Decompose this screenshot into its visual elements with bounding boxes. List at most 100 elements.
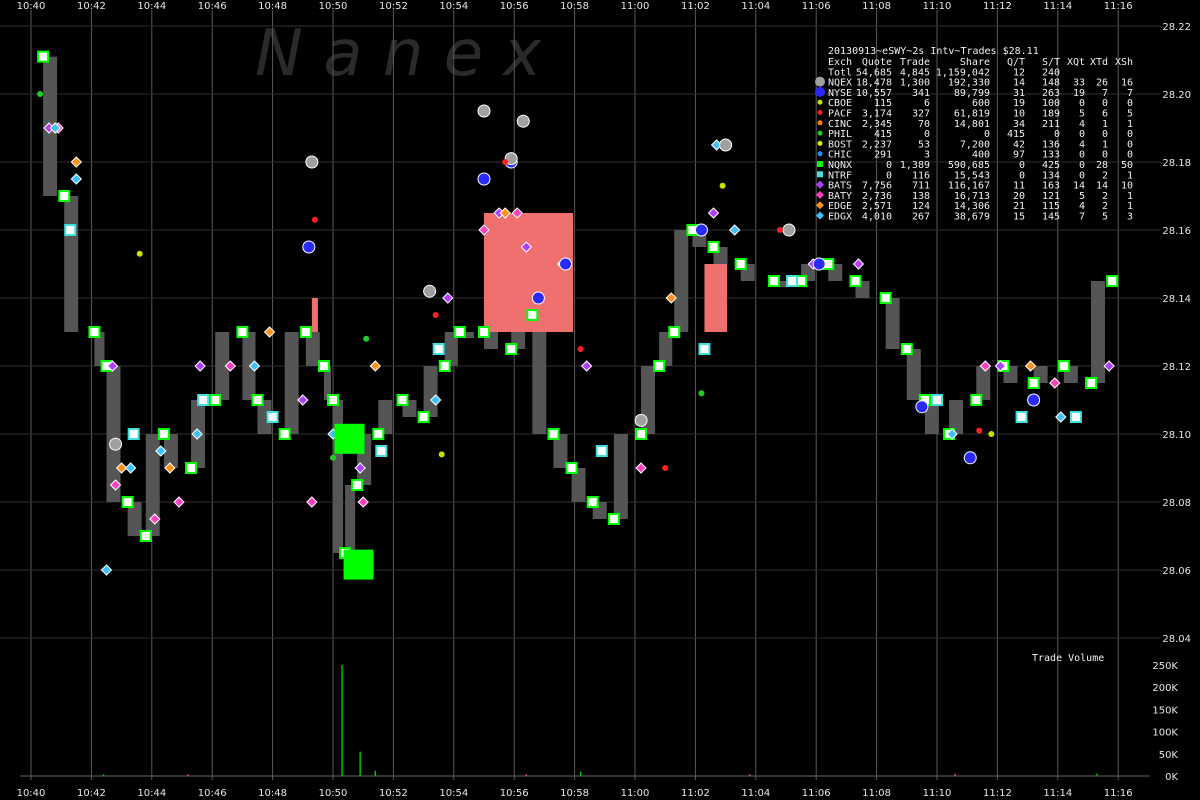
x-tick-label-bottom: 11:14 bbox=[1043, 788, 1072, 799]
x-tick-label-top: 11:00 bbox=[621, 1, 650, 12]
price-tick-label: 28.20 bbox=[1162, 90, 1191, 101]
price-range-bar bbox=[532, 315, 547, 434]
trade-marker-phil bbox=[330, 454, 336, 461]
trade-marker-nqnx bbox=[372, 428, 385, 440]
x-tick-label-bottom: 10:48 bbox=[258, 788, 287, 799]
trade-marker-phil bbox=[37, 91, 44, 97]
legend-marker bbox=[817, 151, 823, 157]
trade-marker-ntrf bbox=[266, 411, 279, 423]
trade-marker-ntrf bbox=[432, 343, 445, 355]
legend-marker bbox=[817, 161, 823, 167]
legend-cell: 7 bbox=[1079, 212, 1085, 223]
x-tick-label-top: 10:56 bbox=[500, 1, 529, 12]
trade-marker-nqnx bbox=[185, 462, 198, 474]
x-tick-label-bottom: 11:12 bbox=[983, 788, 1012, 799]
price-range-bar bbox=[345, 485, 356, 553]
trade-marker-nqnx bbox=[505, 343, 518, 355]
x-tick-label-top: 11:02 bbox=[681, 1, 710, 12]
x-tick-label-bottom: 11:00 bbox=[621, 788, 650, 799]
x-tick-label-top: 10:54 bbox=[439, 1, 468, 12]
volume-tick-label: 200K bbox=[1152, 683, 1178, 694]
trade-marker-nqnx bbox=[327, 394, 339, 406]
x-tick-label-bottom: 10:44 bbox=[137, 788, 166, 799]
legend-cell: 4,010 bbox=[862, 212, 892, 223]
volume-tick-label: 50K bbox=[1159, 750, 1179, 761]
legend-marker bbox=[817, 140, 823, 146]
trade-marker-nqnx bbox=[970, 394, 983, 406]
x-tick-label-top: 10:50 bbox=[319, 1, 348, 12]
legend-header-cell: XTd bbox=[1090, 57, 1108, 68]
x-tick-label-bottom: 10:50 bbox=[319, 788, 348, 799]
legend-marker bbox=[817, 171, 823, 178]
trade-marker-ntrf bbox=[1069, 411, 1082, 423]
price-range-bar bbox=[423, 366, 438, 417]
chart-title: 20130913~eSWY~2s Intv~Trades $28.11 bbox=[828, 46, 1039, 57]
trade-marker-nqnx bbox=[734, 258, 747, 270]
x-tick-label-top: 11:08 bbox=[862, 1, 891, 12]
uptick-range-block bbox=[704, 264, 728, 332]
legend-cell: 3 bbox=[1127, 212, 1133, 223]
x-tick-label-bottom: 10:40 bbox=[17, 788, 46, 799]
price-range-bar bbox=[613, 434, 628, 519]
block-trade-marker bbox=[334, 423, 365, 454]
trade-marker-nqnx bbox=[1085, 377, 1098, 389]
trade-marker-cboe bbox=[438, 451, 445, 458]
uptick-range-block bbox=[311, 298, 318, 332]
trade-marker-nqnx bbox=[653, 360, 666, 372]
trade-marker-nyse bbox=[694, 223, 708, 237]
trade-marker-nqnx bbox=[707, 241, 720, 253]
x-tick-label-top: 10:42 bbox=[77, 1, 106, 12]
trade-marker-nyse bbox=[963, 451, 977, 465]
trade-marker-nyse bbox=[559, 257, 573, 271]
trade-marker-nqnx bbox=[278, 428, 291, 440]
legend-cell: 38,679 bbox=[954, 212, 990, 223]
trade-marker-nqnx bbox=[139, 530, 152, 542]
block-trade-marker bbox=[343, 549, 374, 580]
x-tick-label-top: 11:16 bbox=[1104, 1, 1133, 12]
x-tick-label-top: 11:06 bbox=[802, 1, 831, 12]
price-range-bar bbox=[64, 196, 79, 332]
volume-tick-label: 100K bbox=[1152, 728, 1178, 739]
x-tick-label-top: 10:52 bbox=[379, 1, 408, 12]
trade-marker-phil bbox=[698, 390, 705, 397]
trade-marker-nqnx bbox=[668, 326, 681, 338]
trade-marker-nyse bbox=[812, 257, 826, 271]
trade-marker-pacf bbox=[432, 312, 439, 318]
trade-marker-ntrf bbox=[931, 394, 943, 406]
x-tick-label-bottom: 11:02 bbox=[681, 788, 710, 799]
trade-marker-pacf bbox=[776, 227, 783, 233]
trade-marker-nqnx bbox=[37, 50, 50, 63]
trade-marker-nqnx bbox=[396, 394, 409, 406]
price-tick-label: 28.08 bbox=[1162, 498, 1191, 509]
trade-volume-label: Trade Volume bbox=[1032, 653, 1104, 664]
price-tick-label: 28.10 bbox=[1162, 430, 1191, 441]
trade-marker-nyse bbox=[1027, 393, 1041, 407]
legend-header-cell: XQt bbox=[1067, 57, 1085, 68]
trade-marker-nqnx bbox=[453, 326, 466, 338]
trade-marker-nqnx bbox=[157, 428, 170, 440]
price-range-bar bbox=[1091, 281, 1106, 383]
legend-cell: 145 bbox=[1042, 212, 1060, 223]
price-range-bar bbox=[284, 332, 299, 434]
nanex-watermark: N a n e x bbox=[255, 17, 542, 91]
legend-cell: 5 bbox=[1102, 212, 1108, 223]
trade-marker-ntrf bbox=[64, 224, 77, 236]
trade-marker-phil bbox=[363, 335, 370, 342]
trade-marker-pacf bbox=[662, 465, 669, 471]
price-tick-label: 28.06 bbox=[1162, 566, 1191, 577]
trade-marker-nqnx bbox=[1027, 377, 1040, 389]
x-tick-label-top: 10:44 bbox=[137, 1, 166, 12]
x-tick-label-bottom: 10:58 bbox=[560, 788, 589, 799]
trade-marker-nyse bbox=[477, 172, 491, 186]
trade-marker-nqex bbox=[109, 437, 123, 451]
x-tick-label-bottom: 10:56 bbox=[500, 788, 529, 799]
x-tick-label-bottom: 10:46 bbox=[198, 788, 227, 799]
price-tick-label: 28.04 bbox=[1162, 634, 1191, 645]
legend-header-cell: XSh bbox=[1115, 57, 1133, 68]
trade-marker-nqex bbox=[634, 413, 648, 427]
legend-marker bbox=[817, 120, 823, 126]
legend-cell: 15 bbox=[1013, 212, 1025, 223]
x-tick-label-top: 10:58 bbox=[560, 1, 589, 12]
x-tick-label-top: 10:46 bbox=[198, 1, 227, 12]
volume-tick-label: 0K bbox=[1165, 772, 1178, 783]
